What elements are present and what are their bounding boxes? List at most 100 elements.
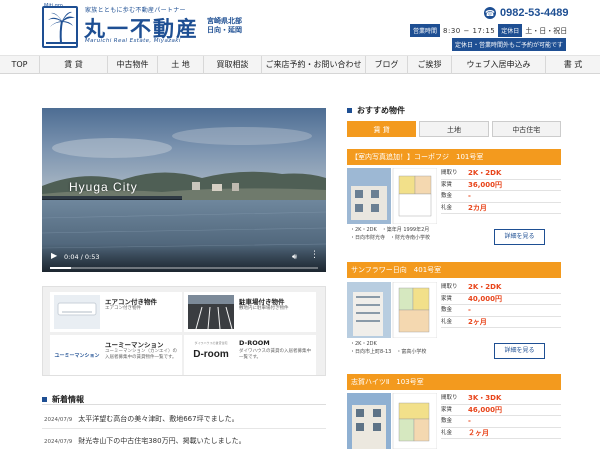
heading-marker (42, 397, 47, 402)
phone-number[interactable]: 0982-53-4489 (500, 7, 569, 19)
region-label: 宮崎県北部 日向・延岡 (207, 17, 242, 35)
video-progress-bar[interactable] (50, 267, 318, 269)
banner-droom[interactable]: ダイワハウスの賃貸住宅 D-room D-ROOM ダイワハウスの賃貸の入居者募… (184, 335, 316, 375)
spec-label: 敷金 (441, 418, 453, 424)
droom-logo-small: ダイワハウスの賃貸住宅 (194, 341, 228, 345)
tab-used-house[interactable]: 中古住宅 (491, 121, 561, 137)
banner-parking[interactable]: 駐車場付き物件 敷地内に駐車場付き物件 (184, 292, 316, 332)
spec-row: 家賃 40,000円 (441, 294, 561, 305)
spec-label: 間取り (441, 395, 458, 401)
banner-title: ユーミーマンション (105, 341, 164, 349)
spec-value: 40,000円 (468, 294, 503, 303)
nav-forms[interactable]: 書 式 (546, 56, 600, 74)
spec-value: 3K・3DK (468, 394, 502, 402)
spec-row: 礼金 ２ヶ月 (441, 428, 561, 439)
business-hours: 営業時間 8:30 − 17:15 定休日 土・日・祝日 (410, 24, 567, 37)
property-title[interactable]: 志賀ハイツⅡ 103号室 (347, 374, 561, 390)
detail-button[interactable]: 詳細を見る (494, 229, 545, 245)
nav-greeting[interactable]: ご挨拶 (408, 56, 452, 74)
property-meta-line: ・日向市財光寺 ・財光寺南小学校 (350, 235, 431, 241)
banner-aircon[interactable]: エアコン付き物件 エアコン付き物件 (50, 292, 182, 332)
property-photos[interactable] (347, 393, 437, 449)
video-controls: ▶ 0:04 / 0:53 🔊︎ ⋮ (42, 244, 326, 272)
spec-label: 礼金 (441, 429, 453, 436)
parking-thumb (188, 295, 234, 329)
region-line-1: 宮崎県北部 (207, 17, 242, 25)
property-meta-line: ・日向市上町8-13 ・富高小学校 (350, 349, 427, 355)
banner-youme[interactable]: ユーミーマンション ユーミーマンション ユーミーマンション（カンエイ）の入居者募… (50, 335, 182, 375)
detail-button[interactable]: 詳細を見る (494, 343, 545, 359)
banner-desc: 敷地内に駐車場付き物件 (239, 306, 289, 311)
property-meta-line: ・2K・2DK ・築年月 1999年2月 (350, 227, 430, 233)
news-text[interactable]: 財光寺山下の中古住宅380万円、掲載いたしました。 (78, 437, 245, 445)
video-time: 0:04 / 0:53 (64, 253, 100, 261)
spec-label: 敷金 (441, 307, 453, 313)
spec-value: - (468, 417, 471, 425)
property-meta: ・2K・2DK ・日向市上町8-13 ・富高小学校 (350, 340, 426, 356)
nav-blog[interactable]: ブログ (366, 56, 408, 74)
spec-value: ２ヶ月 (468, 428, 489, 437)
news-heading: 新着情報 (42, 389, 326, 405)
phone-contact[interactable]: ☎ 0982-53-4489 (484, 7, 569, 19)
hours-label: 営業時間 (410, 24, 441, 37)
nav-contact[interactable]: ご来店予約・お問い合わせ (262, 56, 366, 74)
property-photos[interactable] (347, 282, 437, 338)
video-progress-fill (50, 267, 72, 269)
banner-desc: ユーミーマンション（カンエイ）の入居者募集中の賃貸物件一覧です。 (105, 349, 177, 360)
tab-rent[interactable]: 賃 貸 (347, 121, 417, 137)
spec-value: 2カ月 (468, 203, 487, 212)
play-icon[interactable]: ▶ (51, 252, 57, 260)
tab-land[interactable]: 土地 (419, 121, 489, 137)
spec-label: 家賃 (441, 181, 453, 188)
closed-label: 定休日 (498, 24, 523, 37)
spec-label: 礼金 (441, 318, 453, 325)
news-item[interactable]: 2024/07/9 財光寺山下の中古住宅380万円、掲載いたしました。 (42, 431, 326, 450)
property-specs: 間取り 2K・2DK 家賃 36,000円 敷金 - 礼金 2カ月 (441, 168, 561, 214)
heading-marker (347, 108, 352, 113)
recommended-heading: おすすめ物件 (347, 100, 561, 115)
property-title[interactable]: 【室内写真追加！】コーポフジ 101号室 (347, 149, 561, 165)
news-date: 2024/07/9 (44, 439, 73, 445)
youme-logo: ユーミーマンション (54, 338, 100, 372)
spec-row: 間取り 2K・2DK (441, 282, 561, 294)
nav-land[interactable]: 土 地 (158, 56, 204, 74)
more-icon[interactable]: ⋮ (310, 251, 319, 260)
news-item[interactable]: 2024/07/9 太平洋望む高台の美々津町、敷地667坪でました。 (42, 409, 326, 429)
nav-used[interactable]: 中古物件 (108, 56, 158, 74)
spec-value: 2K・2DK (468, 283, 502, 291)
property-specs: 間取り 2K・2DK 家賃 40,000円 敷金 - 礼金 2ヶ月 (441, 282, 561, 328)
closed-value: 土・日・祝日 (525, 26, 568, 35)
youme-logo-text: ユーミーマンション (54, 352, 100, 359)
news-text[interactable]: 太平洋望む高台の美々津町、敷地667坪でました。 (78, 415, 238, 423)
volume-icon[interactable]: 🔊︎ (292, 252, 297, 262)
video-player[interactable]: Hyuga City ▶ 0:04 / 0:53 🔊︎ ⋮ (42, 108, 326, 272)
nav-web-apply[interactable]: ウェブ入居申込み (452, 56, 546, 74)
logo[interactable] (42, 6, 78, 48)
aircon-thumb (54, 295, 100, 329)
spec-row: 礼金 2ヶ月 (441, 317, 561, 328)
region-line-2: 日向・延岡 (207, 26, 242, 34)
banner-title: エアコン付き物件 (105, 298, 157, 306)
hours-value: 8:30 − 17:15 (443, 26, 496, 35)
property-tabs: 賃 貸 土地 中古住宅 (347, 121, 561, 137)
property-specs: 間取り 3K・3DK 家賃 46,000円 敷金 - 礼金 ２ヶ月 (441, 393, 561, 439)
spec-value: - (468, 192, 471, 200)
spec-value: 36,000円 (468, 180, 503, 189)
property-meta-line: ・2K・2DK (350, 341, 377, 347)
spec-row: 家賃 46,000円 (441, 405, 561, 416)
property-title[interactable]: サンフラワー日向 401号室 (347, 262, 561, 278)
spec-row: 間取り 2K・2DK (441, 168, 561, 180)
site-header: Miti gro 家族とともに歩む不動産パートナー 丸一不動産 宮崎県北部 日向… (0, 0, 600, 54)
nav-purchase[interactable]: 買取相談 (204, 56, 262, 74)
spec-row: 礼金 2カ月 (441, 203, 561, 214)
reservation-notice: 定休日・営業時間外もご予約が可能です (452, 38, 567, 51)
nav-top[interactable]: TOP (0, 56, 40, 74)
spec-row: 家賃 36,000円 (441, 180, 561, 191)
spec-value: 2ヶ月 (468, 317, 487, 326)
palm-tree-icon (46, 11, 76, 44)
property-photos[interactable] (347, 168, 437, 224)
property-meta: ・2K・2DK ・築年月 1999年2月 ・日向市財光寺 ・財光寺南小学校 (350, 226, 430, 242)
spec-value: 2K・2DK (468, 169, 502, 177)
droom-logo: ダイワハウスの賃貸住宅 D-room (188, 338, 234, 372)
nav-rent[interactable]: 賃 貸 (40, 56, 108, 74)
